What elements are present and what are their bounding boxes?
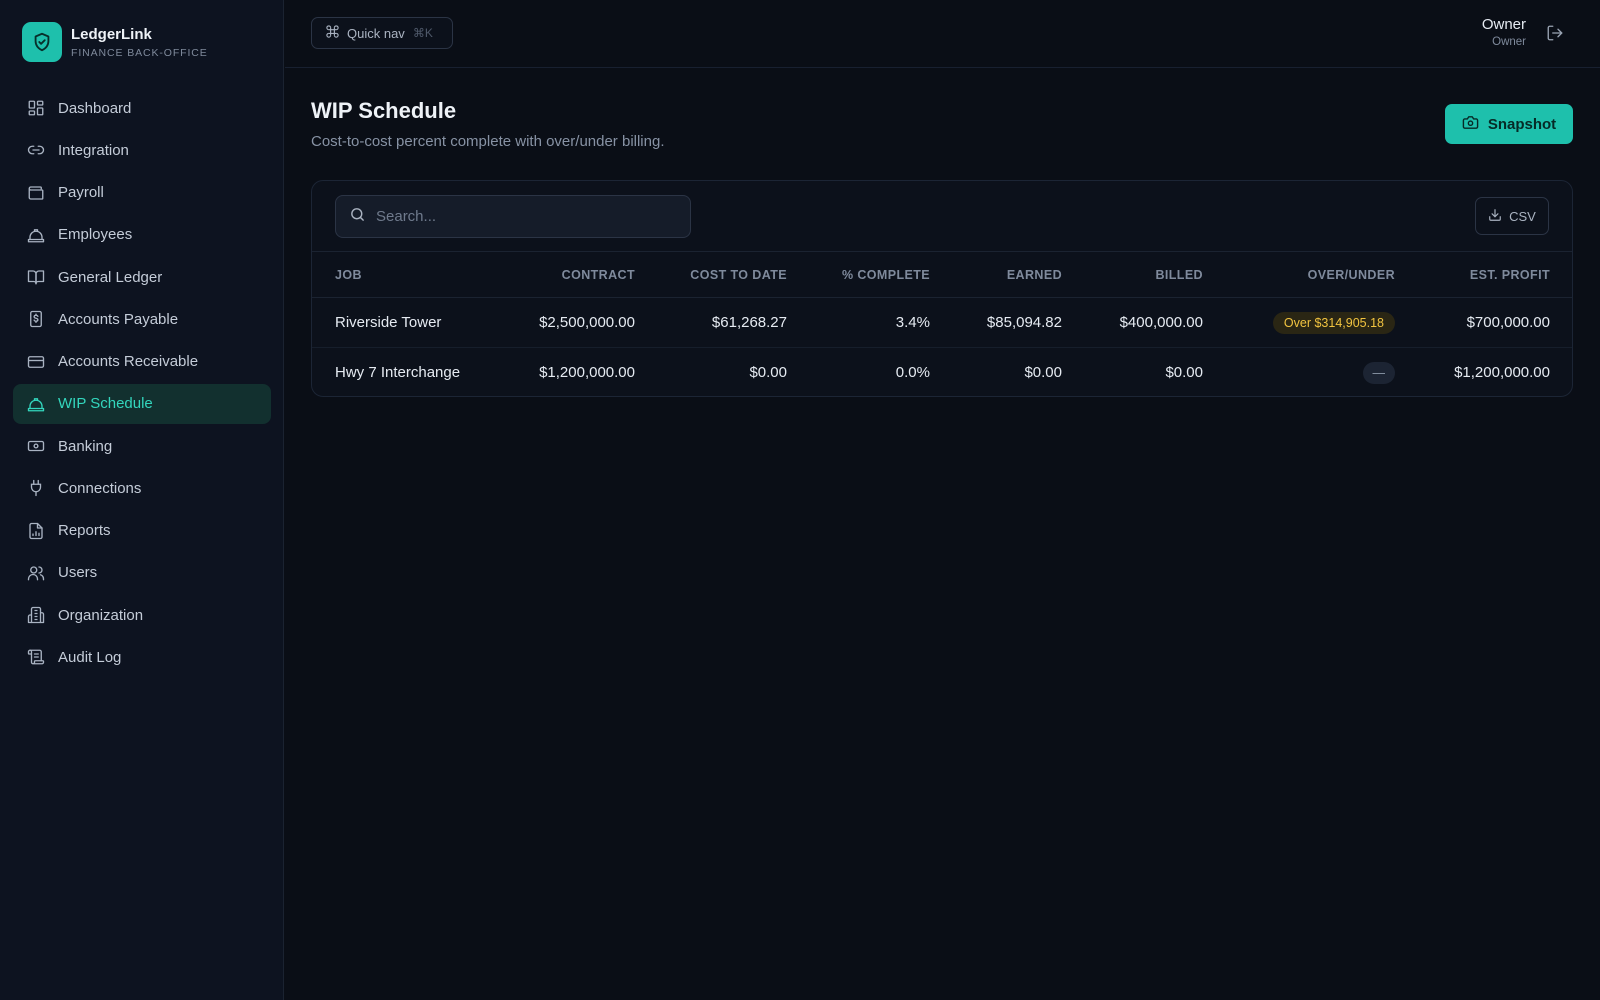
scroll-icon [26,647,46,667]
sidebar-item-wip-schedule[interactable]: WIP Schedule [13,383,271,424]
sidebar-item-label: Accounts Receivable [58,353,199,370]
column-header-est-profit[interactable]: EST. PROFIT [1395,251,1572,298]
sidebar-item-label: Integration [58,141,129,159]
quick-nav-shortcut: ⌘K [412,26,433,40]
sidebar-item-banking[interactable]: Banking [13,426,271,466]
cell-earned: $85,094.82 [930,297,1062,348]
sidebar-item-label: WIP Schedule [58,395,153,413]
sidebar-item-label: Dashboard [58,99,132,117]
user-role: Owner [1492,36,1526,48]
sidebar-item-accounts-payable[interactable]: Accounts Payable [13,299,271,339]
book-icon [26,267,46,287]
column-header-percent-complete[interactable]: % COMPLETE [787,251,930,298]
receipt-dollar-icon [26,309,46,329]
sidebar-item-accounts-receivable[interactable]: Accounts Receivable [13,342,271,382]
credit-card-icon [26,352,46,372]
search-input[interactable] [376,208,676,225]
sidebar-item-label: Organization [58,606,144,624]
page-subtitle: Cost-to-cost percent complete with over/… [311,133,665,150]
cell-cost-to-date: $0.00 [749,364,787,382]
sidebar-nav: Dashboard Integration Payroll Employees … [13,88,271,680]
search-box[interactable] [335,195,691,238]
csv-export-button[interactable]: CSV [1475,197,1549,235]
dashboard-icon [26,98,46,118]
download-icon [1488,208,1502,225]
table-header-row: JOB CONTRACT COST TO DATE % COMPLETE EAR… [312,251,1572,298]
neutral-badge: — [1362,361,1395,384]
sidebar-item-label: Reports [58,522,111,539]
cell-cost-to-date: $61,268.27 [635,297,787,348]
page-title: WIP Schedule [311,98,457,123]
over-billing-badge: Over $314,905.18 [1272,311,1395,334]
user-name: Owner [1481,16,1526,33]
file-chart-icon [26,521,46,541]
table-row[interactable]: Riverside Tower $2,500,000.00 $61,268.27… [312,297,1572,348]
column-header-contract[interactable]: CONTRACT [487,251,635,298]
cell-job: Riverside Tower [312,297,487,348]
sidebar-item-integration[interactable]: Integration [13,130,271,170]
search-icon [349,206,366,228]
cell-est-profit: $1,200,000.00 [1454,364,1550,382]
wip-table: JOB CONTRACT COST TO DATE % COMPLETE EAR… [312,251,1572,397]
cell-job: Hwy 7 Interchange [335,364,461,382]
sidebar-item-label: Employees [58,226,133,244]
wallet-icon [26,183,46,203]
sidebar-item-label: Payroll [58,184,104,201]
cell-percent-complete: 3.4% [787,297,930,348]
sidebar-item-label: Connections [58,479,142,497]
cell-over-under: Over $314,905.18 [1203,297,1395,348]
cell-contract: $2,500,000.00 [487,297,635,348]
table-row[interactable]: Hwy 7 Interchange $1,200,000.00 $0.00 0.… [312,348,1572,397]
sidebar: LedgerLink FINANCE BACK-OFFICE Dashboard… [0,0,284,1000]
quick-nav-label: Quick nav [347,25,405,41]
sidebar-item-label: Audit Log [58,648,122,666]
snapshot-label: Snapshot [1487,115,1557,133]
link-icon [26,140,46,160]
plug-icon [26,478,46,498]
command-icon [325,24,340,42]
cell-percent-complete: 0.0% [895,364,930,382]
sidebar-item-connections[interactable]: Connections [13,468,271,508]
hard-hat-icon [26,225,46,245]
sidebar-item-audit-log[interactable]: Audit Log [13,637,271,677]
shield-check-icon [22,22,62,62]
cell-earned: $0.00 [1024,364,1062,382]
column-header-earned[interactable]: EARNED [930,251,1062,298]
user-info[interactable]: Owner Owner [1482,15,1526,50]
column-header-cost-to-date[interactable]: COST TO DATE [635,251,787,298]
camera-icon [1462,114,1479,135]
sidebar-item-users[interactable]: Users [13,553,271,593]
sidebar-item-payroll[interactable]: Payroll [13,173,271,213]
sidebar-item-label: Users [58,564,98,582]
sidebar-item-employees[interactable]: Employees [13,215,271,255]
hard-hat-icon [26,394,46,414]
sidebar-item-dashboard[interactable]: Dashboard [13,88,271,128]
sidebar-item-label: General Ledger [58,268,163,286]
brand-subtitle: FINANCE BACK-OFFICE [71,46,208,59]
building-icon [26,605,46,625]
users-icon [26,563,46,583]
sidebar-item-label: Accounts Payable [58,310,179,328]
cell-billed: $0.00 [1165,364,1203,382]
sidebar-item-general-ledger[interactable]: General Ledger [13,257,271,297]
column-header-job[interactable]: JOB [312,251,487,298]
sidebar-item-organization[interactable]: Organization [13,595,271,635]
cell-est-profit: $700,000.00 [1395,297,1572,348]
banknote-icon [26,436,46,456]
wip-table-card: CSV JOB CONTRACT COST TO DATE % COMPLETE… [311,180,1573,397]
snapshot-button[interactable]: Snapshot [1445,104,1573,144]
cell-contract: $1,200,000.00 [539,364,635,382]
top-bar: Quick nav ⌘K Owner Owner [285,0,1600,68]
cell-over-under: — [1203,348,1395,397]
csv-label: CSV [1509,208,1536,224]
sidebar-item-label: Banking [58,437,113,455]
brand[interactable]: LedgerLink FINANCE BACK-OFFICE [22,22,208,62]
cell-billed: $400,000.00 [1062,297,1203,348]
logout-icon[interactable] [1546,24,1564,47]
sidebar-item-reports[interactable]: Reports [13,511,271,551]
column-header-over-under[interactable]: OVER/UNDER [1203,251,1395,298]
brand-name: LedgerLink [71,25,152,43]
quick-nav-button[interactable]: Quick nav ⌘K [311,17,453,49]
column-header-billed[interactable]: BILLED [1062,251,1203,298]
